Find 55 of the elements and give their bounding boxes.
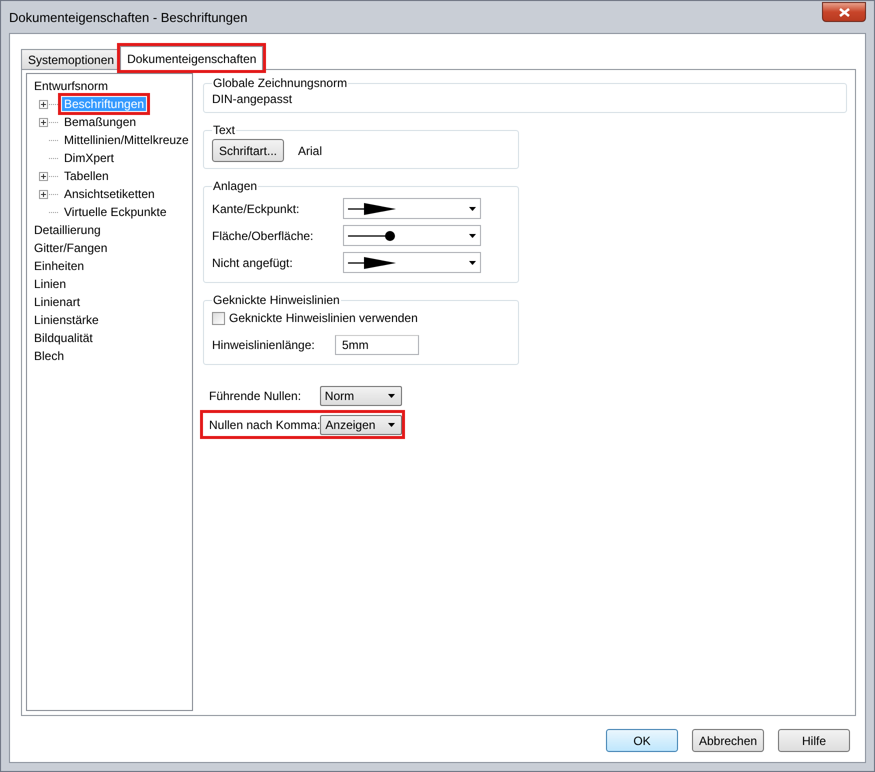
dropdown[interactable]: Anzeigen <box>320 414 402 434</box>
input-field[interactable]: 5mm <box>335 334 419 354</box>
tree-item[interactable]: Linien <box>32 277 68 291</box>
dropdown[interactable]: Norm <box>320 386 402 406</box>
tree-item[interactable]: Virtuelle Eckpunkte <box>62 205 169 219</box>
font-name: Arial <box>298 144 322 158</box>
group-title: Geknickte Hinweislinien <box>212 293 341 307</box>
expand-icon[interactable] <box>39 118 48 126</box>
arrow-leader-icon <box>348 256 396 270</box>
window-title: Dokumenteigenschaften - Beschriftungen <box>9 10 248 24</box>
dialog-button[interactable]: Abbrechen <box>692 729 764 752</box>
field-label: Fläche/Oberfläche: <box>212 228 314 242</box>
group-title: Anlagen <box>212 179 258 193</box>
field-label: Führende Nullen: <box>209 388 302 402</box>
field-label: Kante/Eckpunkt: <box>212 202 300 216</box>
arrow-leader-icon <box>348 202 396 216</box>
tree-item[interactable]: Bemaßungen <box>62 115 138 129</box>
tree-item[interactable]: Tabellen <box>62 169 111 183</box>
field-label: Hinweislinienlänge: <box>212 338 316 352</box>
tree-item[interactable]: Detaillierung <box>32 223 103 237</box>
tree-item[interactable]: Entwurfsnorm <box>32 79 110 93</box>
font-button[interactable]: Schriftart... <box>212 139 284 162</box>
tree-item[interactable]: Mittellinien/Mittelkreuze <box>62 133 191 147</box>
close-icon <box>838 8 850 16</box>
caret-icon <box>469 260 476 264</box>
tree-item[interactable]: Linienart <box>32 295 82 309</box>
caret-icon <box>469 234 476 238</box>
tree-item[interactable]: Einheiten <box>32 259 86 273</box>
caret-icon <box>388 394 395 398</box>
dialog-button[interactable]: Hilfe <box>778 729 850 752</box>
expand-icon[interactable] <box>39 100 48 108</box>
field-label: Nicht angefügt: <box>212 256 294 270</box>
tree-item[interactable]: Gitter/Fangen <box>32 241 110 255</box>
tree-item[interactable]: Blech <box>32 349 66 363</box>
dialog-button[interactable]: OK <box>606 729 678 752</box>
tree-item[interactable]: Bildqualität <box>32 331 95 345</box>
checkbox-label: Geknickte Hinweislinien verwenden <box>229 311 418 325</box>
leader-style-dropdown[interactable] <box>343 252 481 273</box>
dot-leader-icon <box>348 228 396 242</box>
close-button[interactable] <box>822 2 866 22</box>
tree-item[interactable]: Ansichtsetiketten <box>62 187 157 201</box>
field-label: Nullen nach Komma: <box>209 418 320 432</box>
leader-style-dropdown[interactable] <box>343 225 481 246</box>
tab[interactable]: Dokumenteigenschaften <box>120 46 264 70</box>
caret-icon <box>469 206 476 210</box>
checkbox[interactable] <box>212 312 225 324</box>
standard-value: DIN-angepasst <box>212 92 292 106</box>
expand-icon[interactable] <box>39 172 48 180</box>
caret-icon <box>388 422 395 426</box>
group-title: Text <box>212 123 236 137</box>
leader-style-dropdown[interactable] <box>343 198 481 219</box>
tree-item[interactable]: DimXpert <box>62 151 116 165</box>
group-title: Globale Zeichnungsnorm <box>212 76 348 90</box>
tree-item[interactable]: Linienstärke <box>32 313 101 327</box>
expand-icon[interactable] <box>39 190 48 198</box>
